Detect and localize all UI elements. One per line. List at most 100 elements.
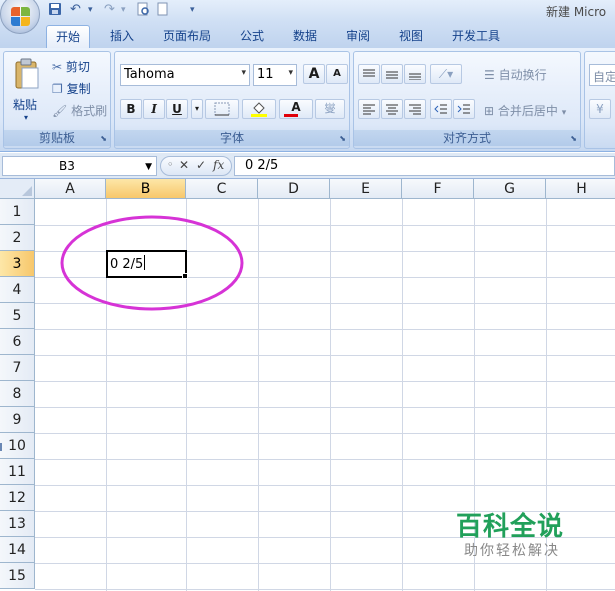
phonetic-guide-button[interactable]: 燮 [315,99,345,119]
name-box[interactable]: B3 ▼ [2,156,157,176]
tab-home[interactable]: 开始 [46,25,90,48]
gridline [35,407,615,408]
accounting-format-button[interactable]: ¥ [589,99,611,119]
row-header-10[interactable]: 10 [0,433,35,459]
alignment-launcher-icon[interactable]: ⬊ [570,134,577,143]
customize-qat-icon[interactable]: ▾ [190,2,195,18]
cut-button[interactable]: ✂ 剪切 [52,58,90,75]
wrap-text-button[interactable]: ☰ 自动换行 [484,66,547,83]
new-document-icon[interactable] [156,2,170,18]
column-header-e[interactable]: E [330,179,402,199]
increase-indent-button[interactable] [453,99,475,119]
align-middle-button[interactable] [381,64,403,84]
gridline [402,199,403,591]
row-marker [0,443,2,451]
select-all-button[interactable] [0,179,35,199]
column-header-h[interactable]: H [546,179,615,199]
row-header-2[interactable]: 2 [0,225,35,251]
row-header-5[interactable]: 5 [0,303,35,329]
column-header-b[interactable]: B [106,179,186,199]
undo-icon[interactable]: ↶ [70,2,81,18]
align-center-button[interactable] [381,99,403,119]
column-header-g[interactable]: G [474,179,546,199]
grow-font-button[interactable]: A [303,64,325,84]
formula-input[interactable]: 0 2/5 [234,156,615,176]
row-header-12[interactable]: 12 [0,485,35,511]
underline-button[interactable]: U [166,99,188,119]
enter-icon[interactable]: ✓ [196,158,206,172]
font-size-select[interactable]: 11 ▾ [253,64,297,86]
paste-button[interactable]: 粘贴 ▾ [10,56,44,126]
gridline [35,355,615,356]
column-header-c[interactable]: C [186,179,258,199]
merge-dropdown-icon: ▾ [561,108,567,118]
insert-function-icon[interactable]: fx [213,158,224,172]
row-header-7[interactable]: 7 [0,355,35,381]
row-header-9[interactable]: 9 [0,407,35,433]
bold-button[interactable]: B [120,99,142,119]
align-right-icon [409,104,421,115]
formula-buttons: ◦ ✕ ✓ fx [160,156,232,176]
italic-button[interactable]: I [143,99,165,119]
tab-review[interactable]: 审阅 [336,25,380,48]
alignment-group: ⟋▾ ☰ 自动换行 ⊞ 合并后居中 ▾ 对齐方式 ⬊ [353,51,581,149]
row-header-11[interactable]: 11 [0,459,35,485]
column-header-d[interactable]: D [258,179,330,199]
row-header-14[interactable]: 14 [0,537,35,563]
row-header-1[interactable]: 1 [0,199,35,225]
number-format-select[interactable]: 自定 [589,64,615,86]
align-right-button[interactable] [404,99,426,119]
row-header-8[interactable]: 8 [0,381,35,407]
tab-view[interactable]: 视图 [389,25,433,48]
gridline [35,433,615,434]
row-header-13[interactable]: 13 [0,511,35,537]
align-top-icon [363,69,375,77]
column-header-a[interactable]: A [35,179,106,199]
tab-formulas[interactable]: 公式 [230,25,274,48]
font-color-icon: A [291,100,301,114]
format-painter-button[interactable]: 🖌 格式刷 [52,102,107,119]
alignment-group-label: 对齐方式 [354,130,580,146]
align-bottom-button[interactable] [404,64,426,84]
fill-color-button[interactable] [242,99,276,119]
copy-button[interactable]: ❐ 复制 [52,80,91,97]
office-logo-icon [11,7,31,27]
copy-label: 复制 [66,82,91,96]
font-size-dropdown-icon: ▾ [288,68,293,78]
save-icon[interactable] [48,2,62,18]
decrease-indent-button[interactable] [430,99,452,119]
borders-button[interactable] [205,99,239,119]
align-top-button[interactable] [358,64,380,84]
grip-icon: ◦ [167,158,174,171]
font-name-value: Tahoma [124,67,175,82]
font-launcher-icon[interactable]: ⬊ [339,134,346,143]
row-header-3[interactable]: 3 [0,251,35,277]
cancel-icon[interactable]: ✕ [179,158,189,172]
redo-dropdown-icon[interactable]: ▾ [121,2,126,18]
print-preview-icon[interactable] [136,2,150,18]
tab-page-layout[interactable]: 页面布局 [156,25,218,48]
align-left-button[interactable] [358,99,380,119]
font-color-button[interactable]: A [279,99,313,119]
scissors-icon: ✂ [52,60,63,74]
clipboard-launcher-icon[interactable]: ⬊ [100,134,107,143]
row-header-4[interactable]: 4 [0,277,35,303]
tab-developer[interactable]: 开发工具 [444,25,508,48]
shrink-font-button[interactable]: A [326,64,348,84]
underline-dropdown-icon[interactable]: ▾ [191,99,203,119]
paste-dropdown-icon: ▾ [24,113,29,122]
font-name-select[interactable]: Tahoma ▾ [120,64,250,86]
tab-insert[interactable]: 插入 [100,25,144,48]
undo-dropdown-icon[interactable]: ▾ [88,2,93,18]
row-header-15[interactable]: 15 [0,563,35,589]
column-header-f[interactable]: F [402,179,474,199]
gridline [35,381,615,382]
row-header-6[interactable]: 6 [0,329,35,355]
font-group-label: 字体 [115,130,349,146]
orientation-button[interactable]: ⟋▾ [430,64,462,84]
merge-center-button[interactable]: ⊞ 合并后居中 ▾ [484,102,566,119]
copy-icon: ❐ [52,82,63,96]
tab-data[interactable]: 数据 [283,25,327,48]
redo-icon[interactable]: ↷ [104,2,115,18]
increase-indent-icon [457,104,470,114]
